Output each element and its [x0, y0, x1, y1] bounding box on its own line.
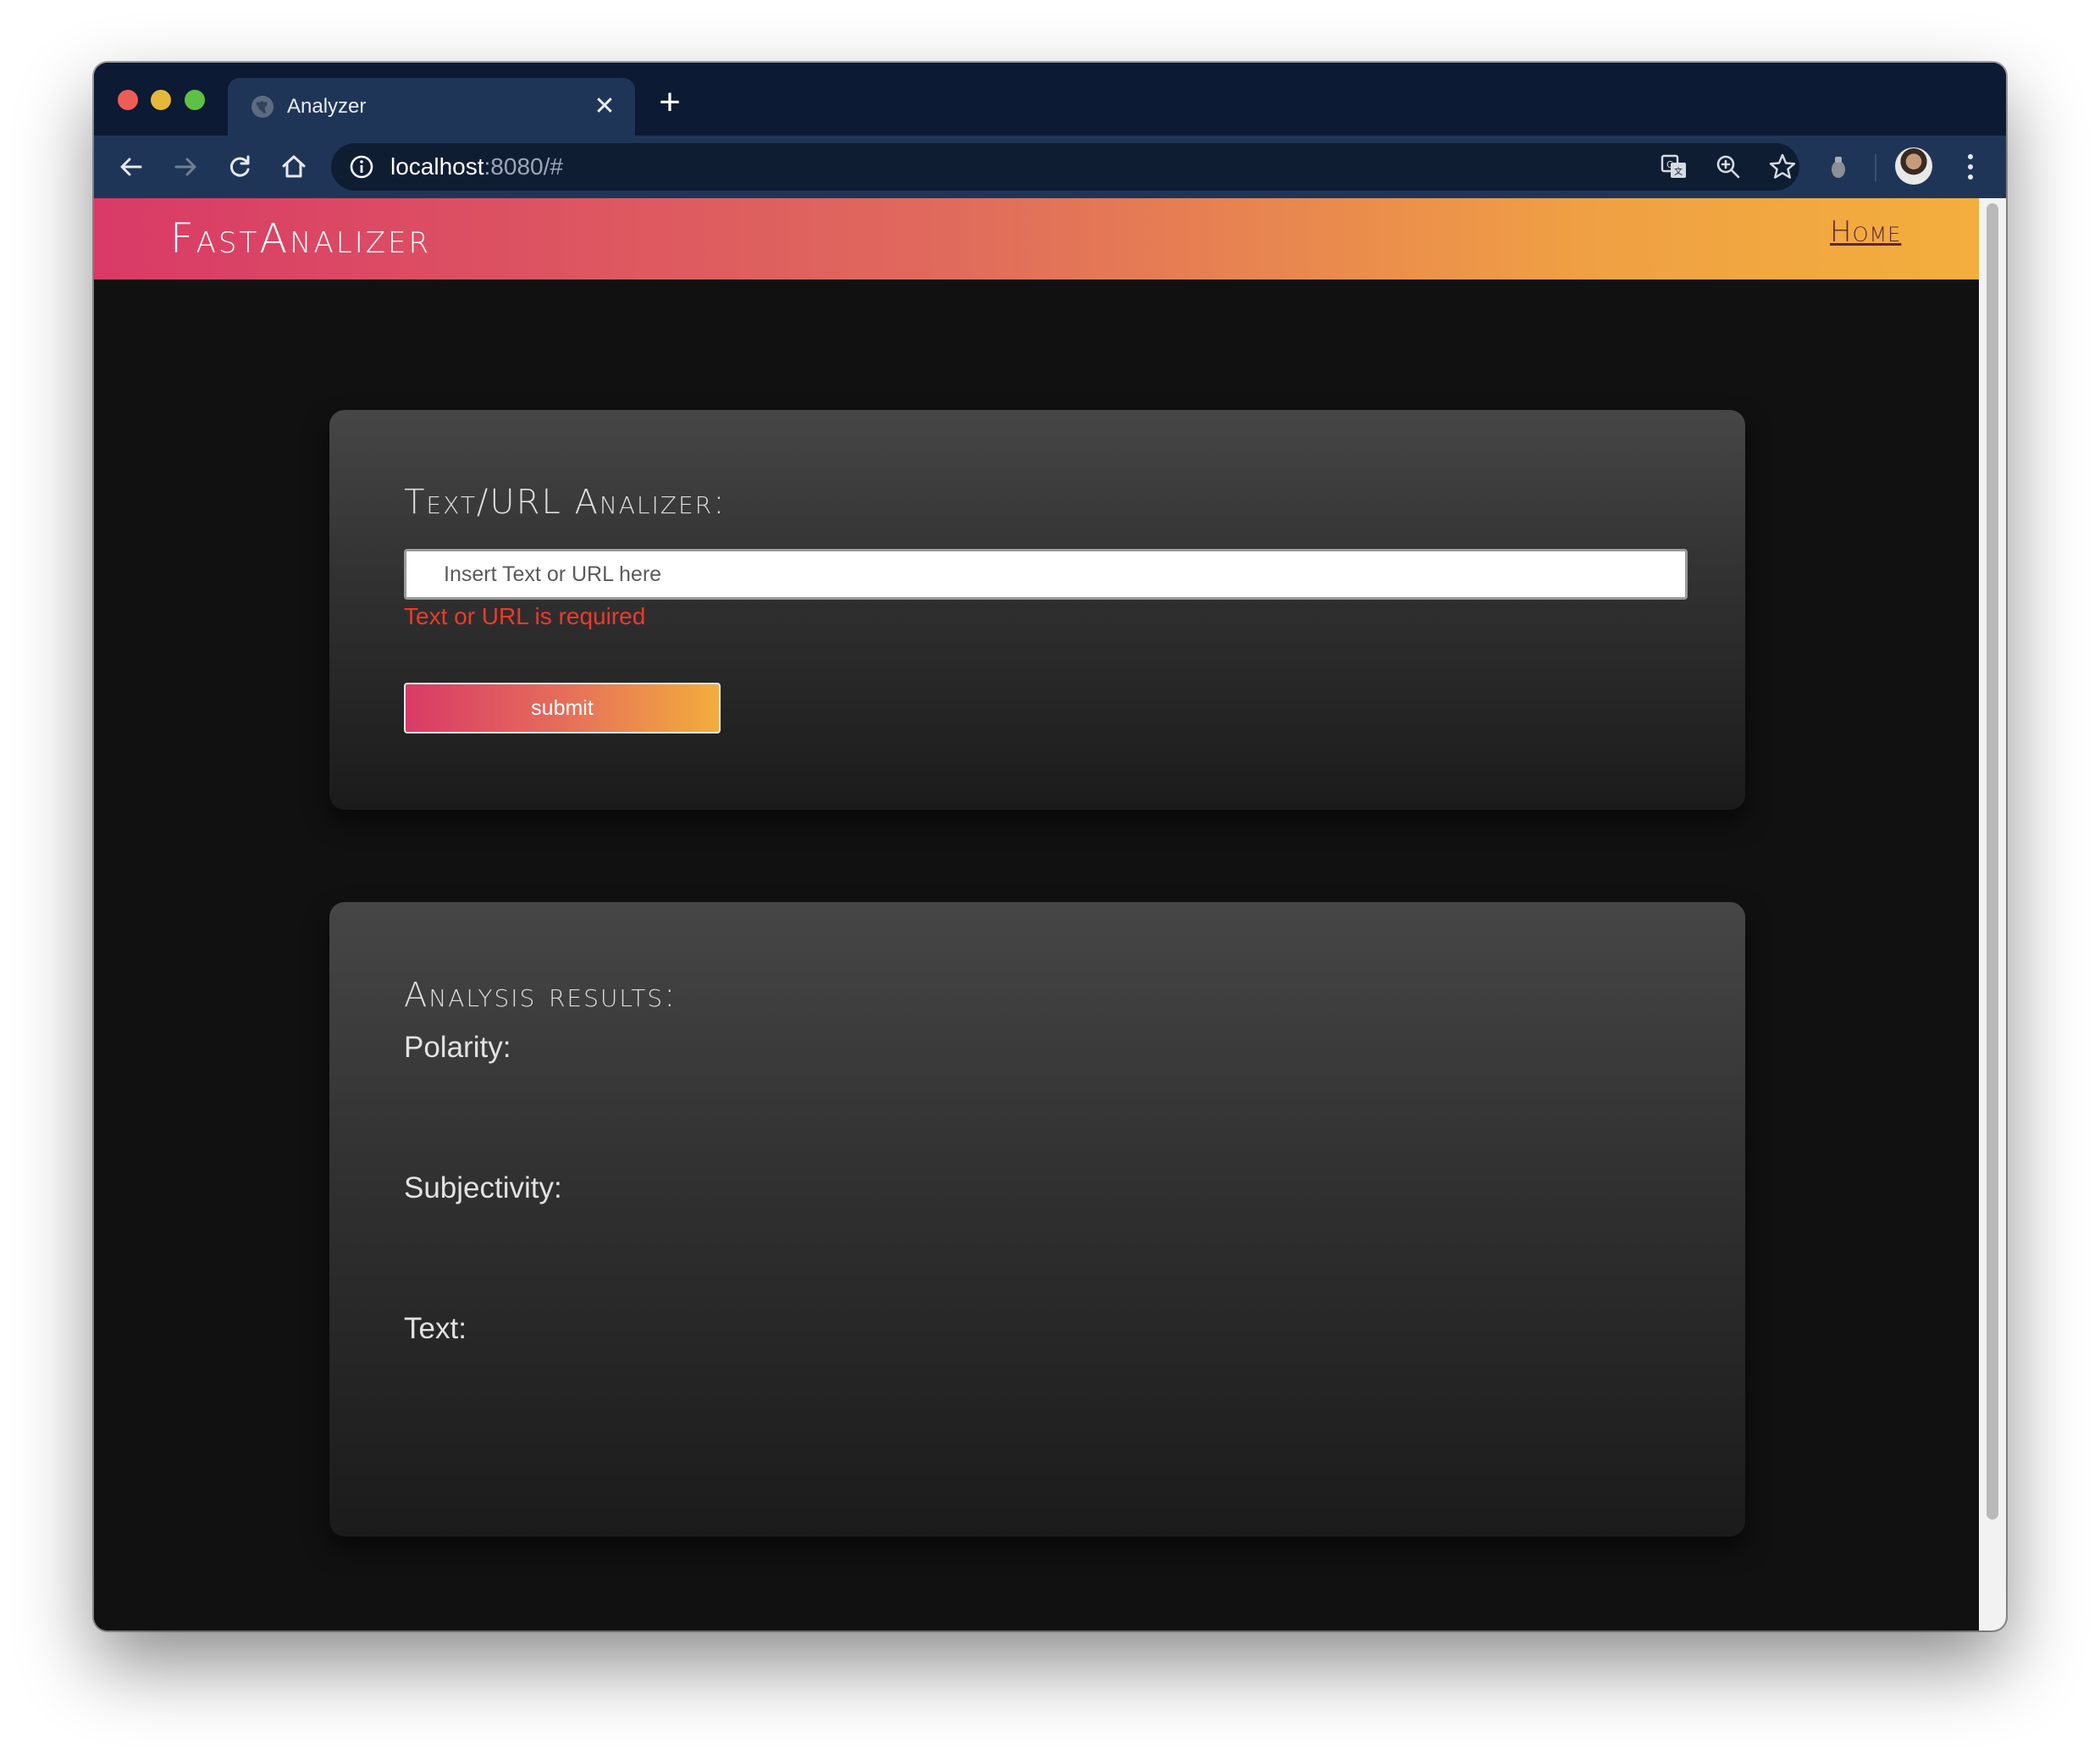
svg-text:G: G	[1666, 159, 1674, 170]
address-bar[interactable]: localhost:8080/# G 文	[331, 143, 1799, 191]
back-arrow-icon	[120, 158, 142, 176]
forward-arrow-icon	[174, 158, 196, 176]
home-icon	[282, 155, 306, 178]
extension-icon[interactable]	[1828, 154, 1849, 180]
url-text: localhost:8080/#	[390, 152, 563, 181]
maximize-window-button[interactable]	[185, 90, 205, 110]
form-title: Text/URL Analizer:	[404, 483, 727, 522]
analysis-results-card: Analysis results: Polarity: Subjectivity…	[329, 902, 1745, 1536]
analyzer-form-card: Text/URL Analizer: Text or URL is requir…	[329, 410, 1745, 810]
submit-button[interactable]: submit	[404, 683, 721, 734]
brand-logo: FastAnalizer	[170, 215, 432, 263]
reload-button[interactable]	[219, 147, 260, 187]
subjectivity-label: Subjectivity:	[404, 1171, 562, 1204]
globe-icon	[251, 96, 274, 118]
reload-icon	[229, 155, 250, 177]
info-icon[interactable]	[348, 153, 375, 180]
translate-icon[interactable]: G 文	[1659, 152, 1689, 182]
browser-window: Analyzer ✕ + localhost:8080/# G 文 FastAn…	[94, 63, 2006, 1630]
tab-close-icon[interactable]: ✕	[589, 91, 620, 122]
back-button[interactable]	[111, 147, 152, 187]
avatar[interactable]	[1895, 147, 1932, 185]
url-host: localhost	[390, 153, 484, 180]
results-title: Analysis results:	[404, 976, 677, 1015]
url-path: :8080/#	[484, 153, 563, 180]
nav-home-link[interactable]: Home	[1830, 213, 1901, 251]
zoom-icon[interactable]	[1713, 152, 1744, 182]
page-content: FastAnalizer Home Text/URL Analizer: Tex…	[94, 198, 1979, 1630]
minimize-window-button[interactable]	[151, 90, 171, 110]
tab-title: Analyzer	[287, 95, 367, 118]
menu-dots-icon[interactable]	[1954, 148, 1987, 185]
validation-error: Text or URL is required	[404, 603, 646, 629]
tab-analyzer[interactable]: Analyzer ✕	[228, 78, 635, 136]
star-icon[interactable]	[1767, 152, 1798, 182]
close-window-button[interactable]	[118, 90, 138, 110]
tab-strip: Analyzer ✕ +	[94, 63, 2006, 136]
polarity-label: Polarity:	[404, 1031, 511, 1064]
new-tab-button[interactable]: +	[653, 84, 687, 121]
forward-button[interactable]	[165, 147, 206, 187]
text-url-input[interactable]	[404, 549, 1688, 600]
toolbar-separator	[1875, 154, 1876, 181]
scrollbar-thumb[interactable]	[1987, 203, 1998, 1520]
browser-toolbar: localhost:8080/# G 文	[94, 136, 2006, 198]
scrollbar[interactable]	[1979, 198, 2006, 1630]
home-button[interactable]	[274, 147, 314, 187]
app-header: FastAnalizer Home	[94, 198, 1979, 280]
text-label: Text:	[404, 1312, 467, 1345]
svg-text:文: 文	[1674, 166, 1683, 177]
